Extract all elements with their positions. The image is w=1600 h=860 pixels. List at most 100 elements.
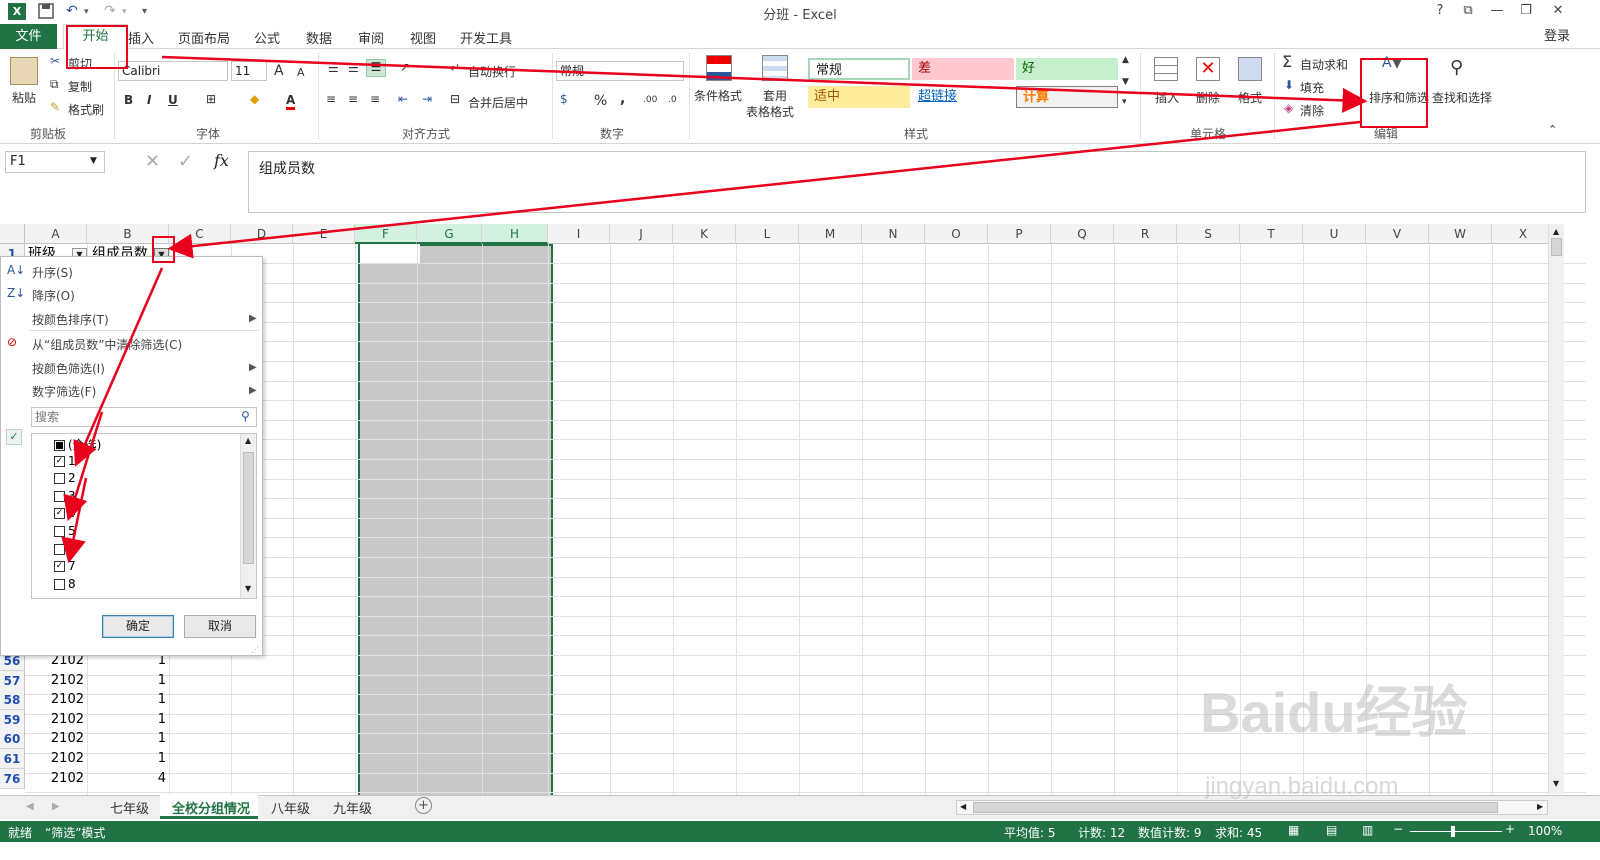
cell-class[interactable]: 2102 xyxy=(25,729,87,749)
active-cell-f1[interactable] xyxy=(360,244,420,263)
merge-center-button[interactable]: 合并后居中 xyxy=(468,94,528,111)
find-select-icon[interactable]: ⚲ xyxy=(1450,57,1463,78)
checkbox[interactable]: ✓ xyxy=(54,455,65,467)
paste-button[interactable]: 粘贴 xyxy=(12,89,36,106)
column-header-n[interactable]: N xyxy=(862,224,925,244)
style-bad[interactable]: 差 xyxy=(912,58,1014,80)
filter-list-item[interactable]: 2 xyxy=(54,471,76,485)
checkbox[interactable] xyxy=(54,578,65,590)
checkbox[interactable] xyxy=(54,526,65,537)
cell-class[interactable]: 2102 xyxy=(25,690,87,710)
column-header-u[interactable]: U xyxy=(1303,224,1366,244)
scroll-up-icon[interactable]: ▲ xyxy=(245,436,251,445)
zoom-level[interactable]: 100% xyxy=(1528,824,1562,838)
style-good[interactable]: 好 xyxy=(1016,58,1118,80)
table-format-icon[interactable] xyxy=(762,55,788,81)
tab-page-layout[interactable]: 页面布局 xyxy=(178,28,230,47)
normal-view-icon[interactable]: ▦ xyxy=(1288,823,1299,837)
increase-decimal-button[interactable]: .00 xyxy=(643,95,657,105)
tab-formulas[interactable]: 公式 xyxy=(254,28,280,47)
cell-member-count[interactable]: 4 xyxy=(87,769,169,789)
number-filters-item[interactable]: 数字筛选(F) xyxy=(32,383,96,400)
percent-button[interactable]: % xyxy=(594,93,607,109)
column-header-k[interactable]: K xyxy=(673,224,736,244)
column-header-x[interactable]: X xyxy=(1492,224,1555,244)
autosum-button[interactable]: 自动求和 xyxy=(1300,56,1348,73)
cell-class[interactable]: 2102 xyxy=(25,671,87,691)
styles-scroll-up-icon[interactable]: ▲ xyxy=(1122,55,1129,65)
clear-button[interactable]: 清除 xyxy=(1300,102,1324,119)
align-center-icon[interactable]: ≡ xyxy=(348,92,358,106)
table-format-button-line2[interactable]: 表格格式 xyxy=(746,103,794,120)
add-sheet-icon[interactable]: + xyxy=(415,797,432,814)
scroll-left-icon[interactable]: ◀ xyxy=(960,802,966,811)
fill-color-icon[interactable]: ◆ xyxy=(250,92,259,106)
cell-class[interactable]: 2102 xyxy=(25,710,87,730)
checkbox[interactable] xyxy=(54,440,65,451)
resize-grip-icon[interactable]: ⋰ xyxy=(251,645,259,654)
decrease-indent-icon[interactable]: ⇤ xyxy=(398,92,408,106)
scroll-thumb[interactable] xyxy=(973,802,1498,813)
merge-center-icon[interactable]: ⊟ xyxy=(450,92,460,106)
sort-ascending-item[interactable]: 升序(S) xyxy=(32,264,73,281)
name-box-dropdown-icon[interactable]: ▼ xyxy=(90,156,97,166)
cell-member-count[interactable]: 1 xyxy=(87,671,169,691)
cell-class[interactable]: 2102 xyxy=(25,769,87,789)
fill-button[interactable]: 填充 xyxy=(1300,79,1324,96)
vertical-scrollbar[interactable]: ▲ ▼ xyxy=(1548,224,1564,794)
cell-member-count[interactable]: 1 xyxy=(87,690,169,710)
find-select-button[interactable]: 查找和选择 xyxy=(1432,89,1492,106)
scroll-thumb[interactable] xyxy=(243,452,254,564)
column-header-o[interactable]: O xyxy=(925,224,988,244)
delete-cells-button[interactable]: 删除 xyxy=(1196,89,1220,106)
grow-font-icon[interactable]: A xyxy=(274,63,284,79)
sheet-tab-grade8[interactable]: 八年级 xyxy=(271,798,310,817)
style-hyperlink[interactable]: 超链接 xyxy=(912,86,1014,108)
filter-list-item[interactable]: 3 xyxy=(54,489,76,503)
filter-list-item[interactable]: 5 xyxy=(54,524,76,538)
column-header-v[interactable]: V xyxy=(1366,224,1429,244)
row-header[interactable]: 59 xyxy=(0,709,25,730)
styles-scroll-down-icon[interactable]: ▼ xyxy=(1122,77,1129,87)
clear-icon[interactable]: ◈ xyxy=(1284,101,1293,115)
row-header[interactable]: 58 xyxy=(0,690,25,711)
minimize-button[interactable]: — xyxy=(1485,3,1509,18)
font-name-combo[interactable]: Calibri xyxy=(118,61,228,81)
row-header[interactable]: 60 xyxy=(0,729,25,750)
filter-list-item[interactable]: 8 xyxy=(54,577,76,591)
cell-member-count[interactable]: 1 xyxy=(87,710,169,730)
tab-view[interactable]: 视图 xyxy=(410,28,436,47)
maximize-button[interactable]: ❐ xyxy=(1514,3,1538,18)
copy-icon[interactable]: ⧉ xyxy=(50,77,59,92)
selected-columns-f-h[interactable] xyxy=(358,244,553,809)
align-middle-icon[interactable]: ☰ xyxy=(348,61,359,75)
border-icon[interactable]: ⊞ xyxy=(206,92,216,106)
horizontal-scrollbar[interactable]: ◀ ▶ xyxy=(956,800,1548,815)
checkbox[interactable] xyxy=(54,543,65,555)
sort-descending-item[interactable]: 降序(O) xyxy=(32,287,75,304)
tab-review[interactable]: 审阅 xyxy=(358,28,384,47)
align-top-icon[interactable]: ☰ xyxy=(328,61,339,75)
insert-cells-icon[interactable] xyxy=(1154,57,1178,81)
styles-more-icon[interactable]: ▾ xyxy=(1122,97,1127,107)
wrap-text-button[interactable]: 自动换行 xyxy=(468,63,516,80)
style-calculation[interactable]: 计算 xyxy=(1016,86,1118,108)
tab-data[interactable]: 数据 xyxy=(306,28,332,47)
accounting-format-icon[interactable]: $ xyxy=(560,92,568,106)
number-format-combo[interactable]: 常规 xyxy=(556,61,684,81)
cell-class[interactable]: 2102 xyxy=(25,749,87,769)
conditional-format-icon[interactable] xyxy=(706,55,732,81)
scroll-down-icon[interactable]: ▼ xyxy=(1553,779,1559,788)
column-header-e[interactable]: E xyxy=(293,224,355,244)
checkbox[interactable] xyxy=(54,473,65,485)
cell-member-count[interactable]: 1 xyxy=(87,729,169,749)
cut-icon[interactable]: ✂ xyxy=(50,54,60,68)
checkbox[interactable]: ✓ xyxy=(54,561,65,573)
filter-list-item[interactable]: ✓ 4 xyxy=(54,506,76,520)
wrap-text-icon[interactable]: ↵ xyxy=(450,61,460,75)
underline-button[interactable]: U xyxy=(168,93,178,107)
sheet-tab-grade9[interactable]: 九年级 xyxy=(333,798,372,817)
decrease-decimal-button[interactable]: .0 xyxy=(668,95,677,105)
filter-value-list[interactable]: (全选) ✓ 1 2 3 ✓ 4 5 6 ✓ 7 8 ▲ ▼ xyxy=(31,433,257,599)
checkbox[interactable] xyxy=(54,490,65,502)
